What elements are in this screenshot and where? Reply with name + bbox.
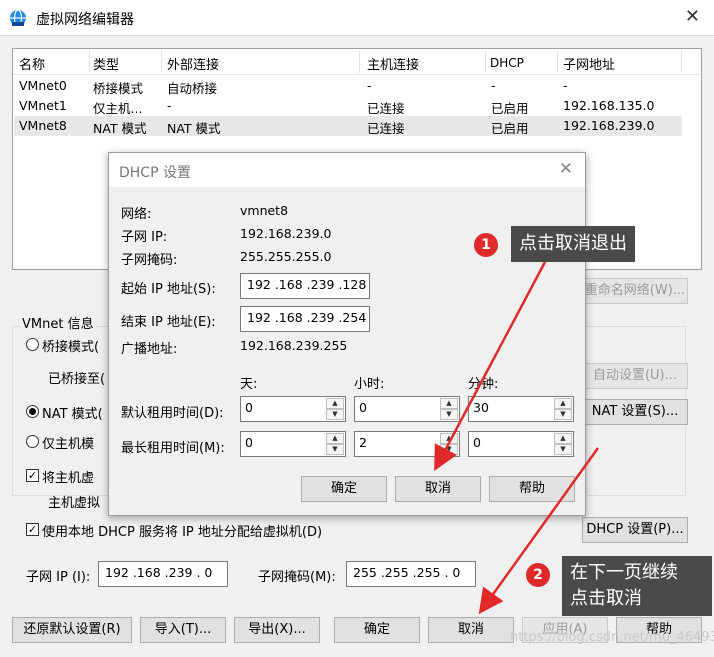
arrow-to-dhcp-cancel: [434, 261, 547, 472]
watermark: https://blog.csdn.net/m0_46493581: [510, 630, 714, 645]
callout-2-line1: 在下一页继续: [570, 562, 678, 583]
callout-2: 在下一页继续 点击取消: [562, 556, 712, 616]
callout-1: 点击取消退出: [511, 226, 635, 262]
step-1-badge: 1: [474, 233, 498, 257]
callout-2-line2: 点击取消: [570, 588, 642, 609]
step-2-badge: 2: [526, 563, 550, 587]
